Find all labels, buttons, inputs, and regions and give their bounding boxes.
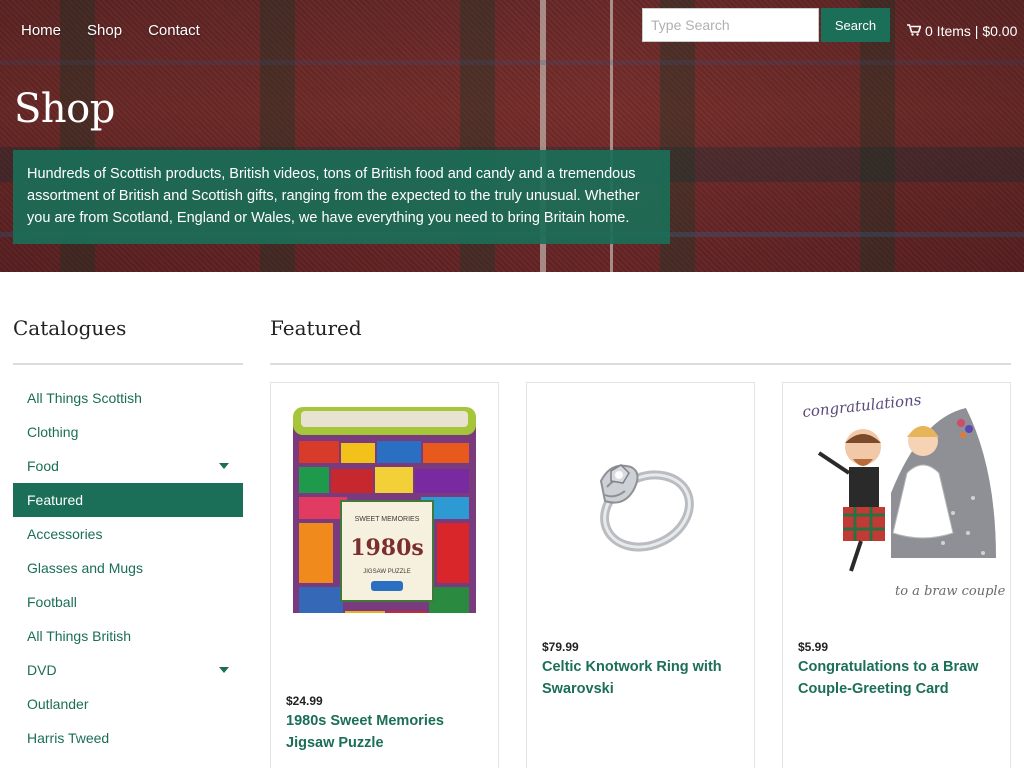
sidebar-item-outlander[interactable]: Outlander bbox=[13, 687, 243, 721]
product-card[interactable]: congratulations to a braw couple $5.99 C… bbox=[782, 382, 1011, 768]
image-label: 1980s bbox=[350, 535, 424, 561]
sidebar-item-label: Outlander bbox=[27, 696, 89, 712]
nav-shop[interactable]: Shop bbox=[87, 22, 122, 39]
sidebar-item-label: Food bbox=[27, 458, 59, 474]
image-label: to a braw couple bbox=[895, 584, 1006, 599]
sidebar-item-label: All Things British bbox=[27, 628, 132, 644]
sidebar-item-glasses-and-mugs[interactable]: Glasses and Mugs bbox=[13, 551, 243, 585]
product-title[interactable]: 1980s Sweet Memories Jigsaw Puzzle bbox=[286, 710, 486, 754]
chevron-down-icon[interactable] bbox=[219, 463, 229, 469]
main-nav: Home Shop Contact bbox=[21, 22, 226, 39]
sidebar-item-label: DVD bbox=[27, 662, 57, 678]
product-card[interactable]: $79.99 Celtic Knotwork Ring with Swarovs… bbox=[526, 382, 755, 768]
product-price: $5.99 bbox=[798, 640, 829, 654]
product-price: $24.99 bbox=[286, 694, 323, 708]
sidebar-item-all-things-scottish[interactable]: All Things Scottish bbox=[13, 381, 243, 415]
sidebar-item-football[interactable]: Football bbox=[13, 585, 243, 619]
image-label: congratulations bbox=[802, 391, 923, 421]
sidebar-item-clothing[interactable]: Clothing bbox=[13, 415, 243, 449]
sidebar-item-label: Football bbox=[27, 594, 77, 610]
chevron-down-icon[interactable] bbox=[219, 667, 229, 673]
product-title[interactable]: Congratulations to a Braw Couple-Greetin… bbox=[798, 656, 998, 700]
cart-text: 0 Items | $0.00 bbox=[925, 23, 1018, 39]
product-image: SWEET MEMORIES 1980s JIGSAW PUZZLE bbox=[271, 383, 498, 613]
product-image bbox=[527, 383, 754, 613]
search-button[interactable]: Search bbox=[821, 8, 890, 42]
sidebar-heading: Catalogues bbox=[13, 316, 127, 340]
hero-description: Hundreds of Scottish products, British v… bbox=[13, 150, 670, 244]
page-title: Shop bbox=[14, 86, 115, 132]
image-label: JIGSAW PUZZLE bbox=[363, 569, 410, 575]
nav-home[interactable]: Home bbox=[21, 22, 61, 39]
product-title[interactable]: Celtic Knotwork Ring with Swarovski bbox=[542, 656, 742, 700]
sidebar-item-label: Featured bbox=[27, 492, 84, 508]
divider bbox=[270, 363, 1011, 365]
sidebar-item-dvd[interactable]: DVD bbox=[13, 653, 243, 687]
sidebar-item-harris-tweed[interactable]: Harris Tweed bbox=[13, 721, 243, 755]
sidebar-item-featured[interactable]: Featured bbox=[13, 483, 243, 517]
sidebar-item-all-things-british[interactable]: All Things British bbox=[13, 619, 243, 653]
product-image: congratulations to a braw couple bbox=[783, 383, 1010, 613]
sidebar-item-food[interactable]: Food bbox=[13, 449, 243, 483]
divider bbox=[13, 363, 243, 365]
cart-icon bbox=[907, 23, 922, 39]
nav-contact[interactable]: Contact bbox=[148, 22, 200, 39]
catalogue-list: All Things Scottish Clothing Food Featured A… bbox=[13, 381, 243, 755]
sidebar-item-label: Glasses and Mugs bbox=[27, 560, 143, 576]
sidebar-item-label: Accessories bbox=[27, 526, 103, 542]
sidebar-item-label: Harris Tweed bbox=[27, 730, 110, 746]
image-label: SWEET MEMORIES bbox=[355, 516, 420, 523]
search-input[interactable] bbox=[642, 8, 819, 42]
sidebar-item-label: All Things Scottish bbox=[27, 390, 142, 406]
sidebar-item-label: Clothing bbox=[27, 424, 79, 440]
section-heading: Featured bbox=[270, 316, 362, 340]
product-price: $79.99 bbox=[542, 640, 579, 654]
sidebar-item-accessories[interactable]: Accessories bbox=[13, 517, 243, 551]
cart-summary[interactable]: 0 Items | $0.00 bbox=[907, 23, 1017, 39]
product-card[interactable]: SWEET MEMORIES 1980s JIGSAW PUZZLE $24.9… bbox=[270, 382, 499, 768]
